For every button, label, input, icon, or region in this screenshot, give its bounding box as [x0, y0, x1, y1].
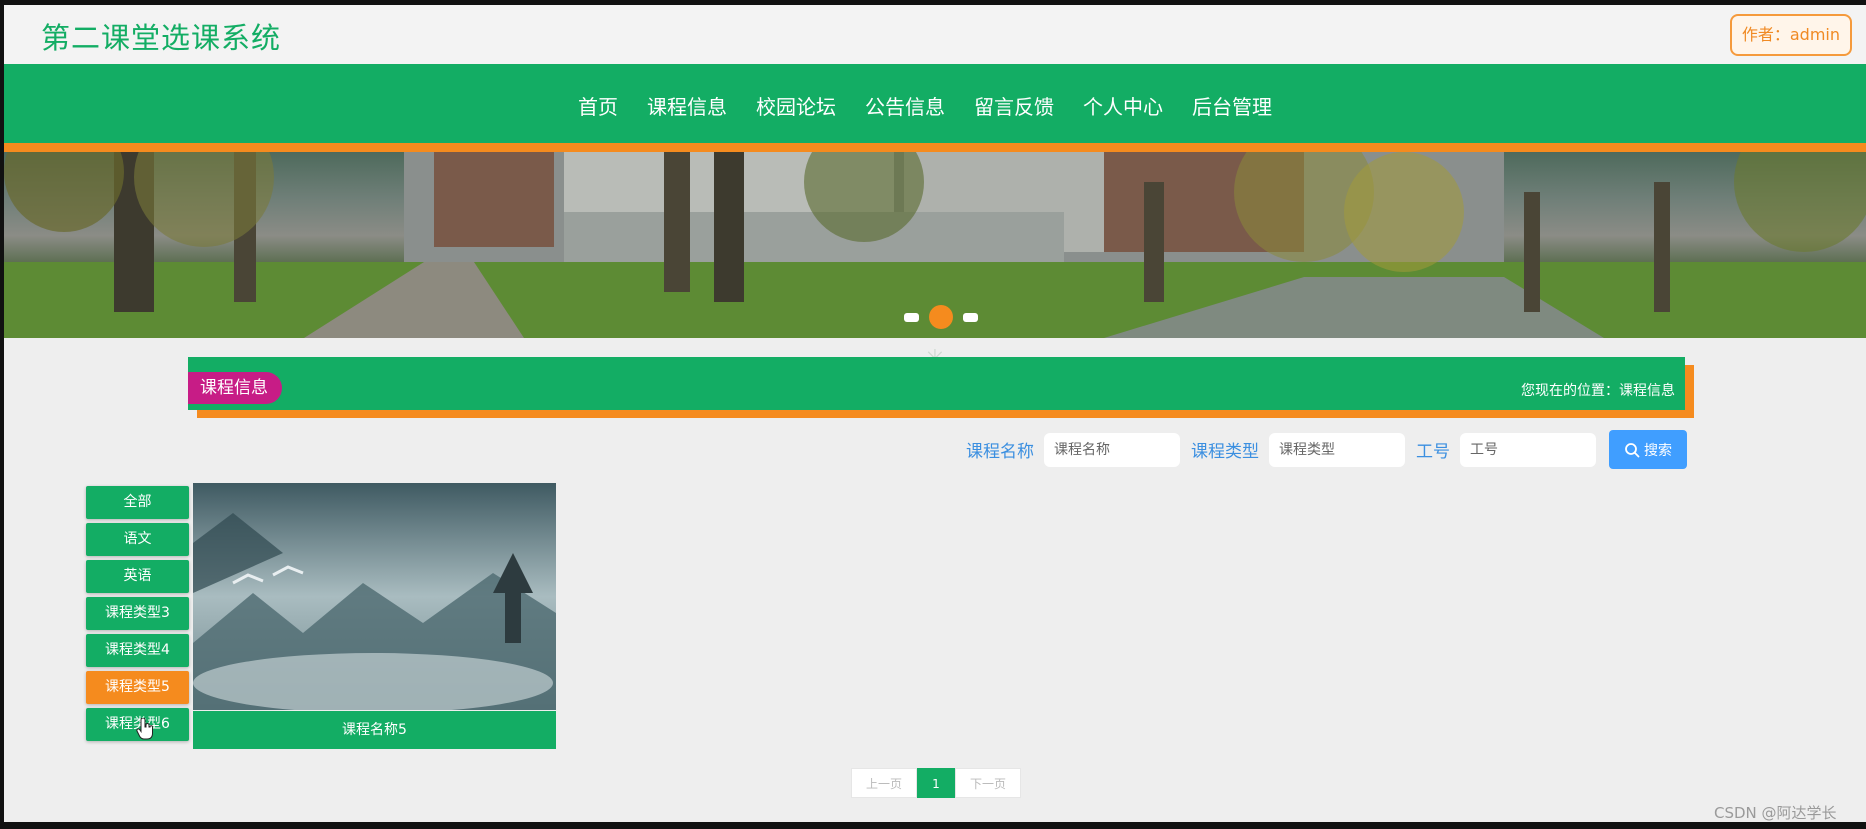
section-title: 课程信息: [188, 372, 282, 404]
site-title: 第二课堂选课系统: [41, 21, 282, 55]
page: 第二课堂选课系统 作者：admin 首页 课程信息 校园论坛 公告信息 留言反馈…: [4, 5, 1866, 822]
prev-page-button[interactable]: 上一页: [851, 768, 917, 798]
nav-item-feedback[interactable]: 留言反馈: [974, 91, 1054, 120]
search-button[interactable]: 搜索: [1609, 430, 1687, 469]
carousel-indicators: [899, 305, 983, 329]
hand-cursor-icon: [136, 718, 153, 740]
pagination: 上一页 1 下一页: [851, 768, 1021, 798]
nav-item-notices[interactable]: 公告信息: [865, 91, 945, 120]
course-name-input[interactable]: [1044, 432, 1180, 467]
course-name-label: 课程名称: [966, 442, 1034, 462]
nav-item-courses[interactable]: 课程信息: [647, 91, 727, 120]
course-type-label: 课程类型: [1191, 442, 1259, 462]
section-header: 课程信息 您现在的位置：课程信息: [188, 357, 1685, 410]
carousel-dot[interactable]: [963, 312, 978, 322]
search-icon: [1625, 442, 1640, 457]
course-card[interactable]: 课程名称5: [193, 483, 556, 749]
banner-carousel[interactable]: [4, 152, 1866, 338]
nav-item-forum[interactable]: 校园论坛: [756, 91, 836, 120]
main-nav: 首页 课程信息 校园论坛 公告信息 留言反馈 个人中心 后台管理: [4, 64, 1866, 143]
category-type3[interactable]: 课程类型3: [86, 597, 189, 630]
course-poster-image: [193, 483, 556, 710]
carousel-dot[interactable]: [904, 312, 919, 322]
breadcrumb: 您现在的位置：课程信息: [1521, 383, 1675, 399]
category-all[interactable]: 全部: [86, 486, 189, 519]
search-button-label: 搜索: [1644, 442, 1672, 459]
carousel-dot-active[interactable]: [929, 305, 953, 329]
category-list: 全部 语文 英语 课程类型3 课程类型4 课程类型5 课程类型6: [86, 486, 189, 745]
course-name[interactable]: 课程名称5: [193, 711, 556, 749]
nav-accent-stripe: [4, 143, 1866, 152]
course-thumbnail[interactable]: [193, 483, 556, 710]
nav-item-profile[interactable]: 个人中心: [1083, 91, 1163, 120]
category-type5[interactable]: 课程类型5: [86, 671, 189, 704]
page-number-current[interactable]: 1: [917, 768, 955, 798]
staff-id-input[interactable]: [1460, 432, 1596, 467]
author-badge[interactable]: 作者：admin: [1729, 14, 1852, 56]
search-bar: 课程名称 课程类型 工号 搜索: [966, 430, 1687, 469]
staff-id-label: 工号: [1416, 442, 1450, 462]
category-type4[interactable]: 课程类型4: [86, 634, 189, 667]
top-header: 第二课堂选课系统 作者：admin: [4, 5, 1866, 64]
csdn-watermark: CSDN @阿达学长: [1714, 804, 1837, 822]
category-chinese[interactable]: 语文: [86, 523, 189, 556]
nav-item-admin[interactable]: 后台管理: [1192, 91, 1272, 120]
category-english[interactable]: 英语: [86, 560, 189, 593]
next-page-button[interactable]: 下一页: [955, 768, 1021, 798]
course-type-input[interactable]: [1269, 432, 1405, 467]
nav-item-home[interactable]: 首页: [578, 91, 618, 120]
